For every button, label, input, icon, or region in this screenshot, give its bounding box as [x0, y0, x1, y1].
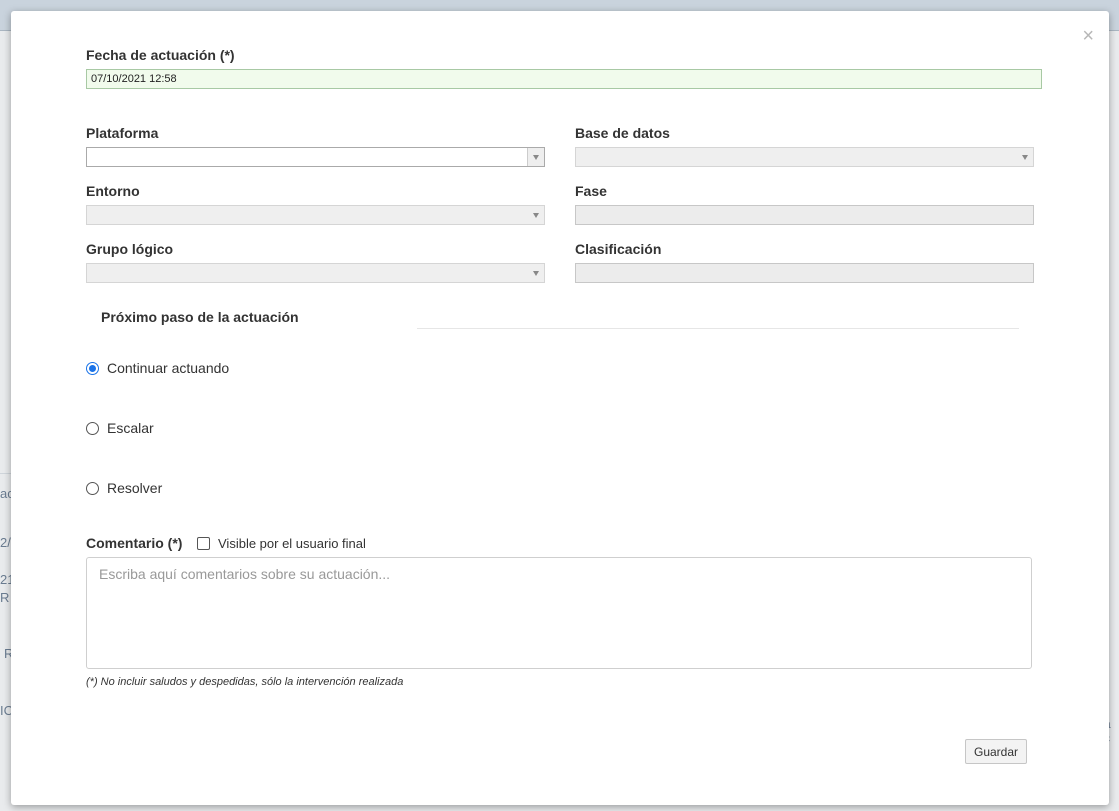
clasificacion-field: [575, 263, 1034, 283]
comentario-label: Comentario (*): [86, 535, 183, 551]
chevron-down-icon: [533, 213, 539, 218]
radio-button-checked[interactable]: [86, 361, 99, 375]
radio-button[interactable]: [86, 481, 99, 495]
fecha-input[interactable]: 07/10/2021 12:58: [86, 69, 1042, 89]
radio-continuar[interactable]: Continuar actuando: [86, 360, 229, 376]
proximo-paso-title: Próximo paso de la actuación: [101, 309, 299, 325]
visible-checkbox-row[interactable]: Visible por el usuario final: [197, 536, 366, 551]
radio-label: Escalar: [107, 420, 154, 436]
visible-checkbox[interactable]: [197, 537, 210, 550]
radio-button[interactable]: [86, 421, 99, 435]
radio-escalar[interactable]: Escalar: [86, 420, 154, 436]
chevron-down-icon: [533, 271, 539, 276]
section-divider: [417, 328, 1019, 329]
close-icon[interactable]: ×: [1082, 26, 1094, 46]
fecha-label: Fecha de actuación (*): [86, 47, 235, 63]
visible-checkbox-label: Visible por el usuario final: [218, 536, 366, 551]
entorno-label: Entorno: [86, 183, 140, 199]
grupo-logico-label: Grupo lógico: [86, 241, 174, 257]
base-datos-select[interactable]: [575, 147, 1034, 167]
background-text: R: [0, 590, 10, 605]
background-divider: [0, 473, 11, 474]
radio-label: Continuar actuando: [107, 360, 230, 376]
fase-label: Fase: [575, 183, 607, 199]
chevron-down-icon: [533, 155, 539, 160]
grupo-logico-select[interactable]: [86, 263, 545, 283]
guardar-button[interactable]: Guardar: [965, 739, 1027, 764]
base-datos-label: Base de datos: [575, 125, 670, 141]
actuacion-modal: × Fecha de actuación (*) 07/10/2021 12:5…: [11, 11, 1109, 805]
chevron-down-icon: [1022, 155, 1028, 160]
plataforma-select[interactable]: [86, 147, 545, 167]
comentario-note: (*) No incluir saludos y despedidas, sól…: [86, 676, 404, 688]
clasificacion-label: Clasificación: [575, 241, 662, 257]
fase-field: [575, 205, 1034, 225]
radio-label: Resolver: [107, 480, 163, 496]
comentario-textarea[interactable]: Escriba aquí comentarios sobre su actuac…: [86, 557, 1032, 669]
radio-resolver[interactable]: Resolver: [86, 480, 162, 496]
dropdown-toggle[interactable]: [527, 148, 544, 166]
plataforma-label: Plataforma: [86, 125, 159, 141]
entorno-select[interactable]: [86, 205, 545, 225]
